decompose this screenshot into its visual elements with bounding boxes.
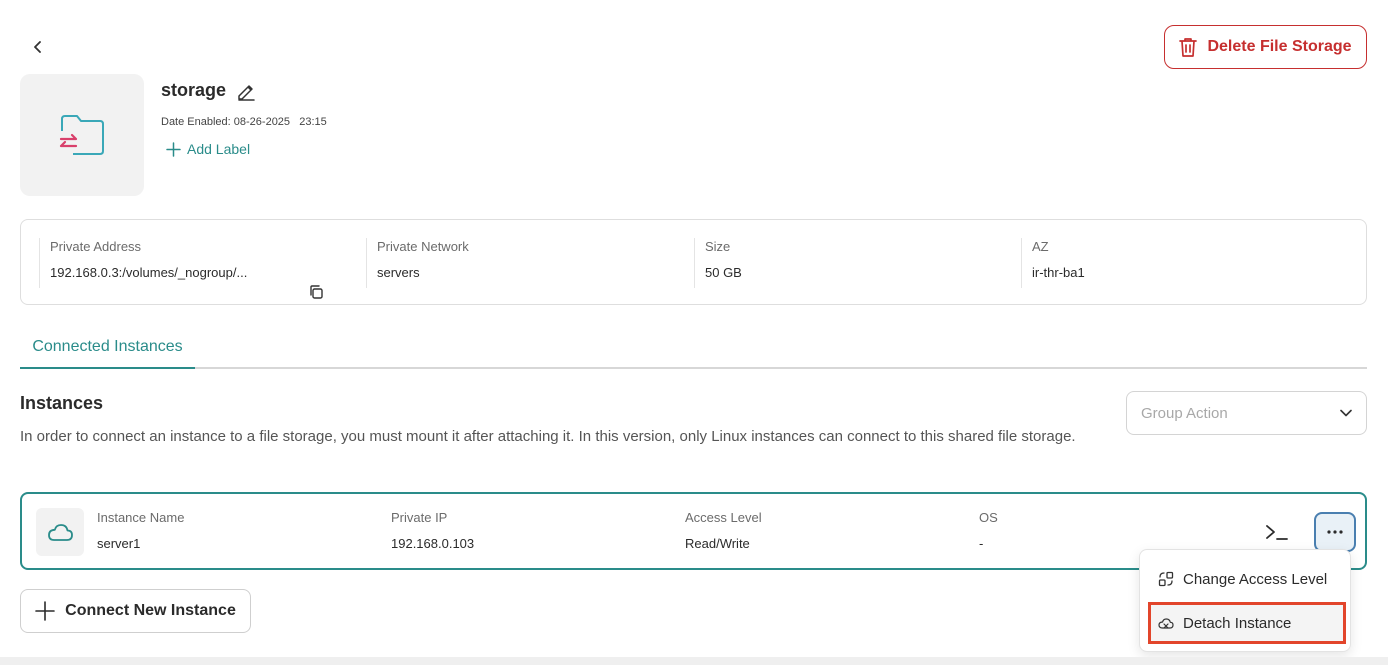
- private-address-field: Private Address 192.168.0.3:/volumes/_no…: [39, 238, 367, 299]
- private-network-label: Private Network: [377, 239, 469, 254]
- access-level-field: Access Level Read/Write: [685, 510, 762, 551]
- group-action-select[interactable]: Group Action: [1126, 391, 1367, 435]
- menu-item-detach-instance[interactable]: Detach Instance: [1148, 602, 1346, 644]
- size-label: Size: [705, 239, 731, 254]
- delete-button-label: Delete File Storage: [1207, 38, 1352, 55]
- private-network-field: Private Network servers: [366, 238, 694, 288]
- menu-item-label: Detach Instance: [1183, 614, 1292, 632]
- os-label: OS: [979, 510, 998, 525]
- tab-bar: Connected Instances: [20, 330, 1367, 369]
- instance-avatar: [36, 508, 84, 556]
- instance-name-value: server1: [97, 536, 141, 551]
- chevron-left-icon: [34, 41, 41, 53]
- instance-name-label: Instance Name: [97, 510, 185, 525]
- plus-icon: [166, 141, 181, 157]
- terminal-icon[interactable]: [1264, 522, 1290, 542]
- az-value: ir-thr-ba1: [1032, 265, 1085, 280]
- private-address-label: Private Address: [50, 239, 142, 254]
- group-action-placeholder: Group Action: [1141, 404, 1228, 422]
- add-label-button[interactable]: Add Label: [166, 141, 250, 157]
- delete-file-storage-button[interactable]: Delete File Storage: [1164, 25, 1367, 69]
- section-description: In order to connect an instance to a fil…: [20, 428, 1076, 445]
- instance-actions-menu: Change Access Level Detach Instance: [1139, 549, 1351, 652]
- access-level-label: Access Level: [685, 510, 762, 525]
- tab-connected-instances[interactable]: Connected Instances: [20, 330, 195, 369]
- os-value: -: [979, 536, 984, 551]
- more-actions-button[interactable]: [1314, 512, 1356, 552]
- trash-icon: [1179, 38, 1198, 57]
- detach-cloud-icon: [1158, 618, 1174, 629]
- size-field: Size 50 GB: [694, 238, 1022, 288]
- private-ip-label: Private IP: [391, 510, 448, 525]
- private-ip-field: Private IP 192.168.0.103: [391, 510, 474, 551]
- plus-icon: [35, 601, 55, 621]
- access-level-value: Read/Write: [685, 536, 750, 551]
- folder-transfer-icon: [59, 115, 104, 155]
- os-field: OS -: [979, 510, 998, 551]
- private-network-value: servers: [377, 265, 420, 280]
- add-label-text: Add Label: [187, 141, 251, 157]
- connect-button-label: Connect New Instance: [65, 602, 236, 619]
- private-address-value: 192.168.0.3:/volumes/_nogroup/...: [50, 265, 248, 280]
- section-title: Instances: [20, 393, 104, 413]
- chevron-down-icon: [1340, 409, 1352, 417]
- page-bottom-edge: [0, 657, 1388, 665]
- az-field: AZ ir-thr-ba1: [1021, 238, 1341, 288]
- pencil-icon[interactable]: [236, 81, 256, 101]
- ellipsis-icon: [1327, 530, 1343, 534]
- access-level-icon: [1158, 571, 1174, 587]
- back-button[interactable]: [28, 37, 48, 57]
- file-storage-detail-page: Delete File Storage storage Date Enabled…: [0, 0, 1388, 665]
- storage-info-card: Private Address 192.168.0.3:/volumes/_no…: [20, 219, 1367, 305]
- cloud-icon: [48, 524, 73, 541]
- storage-avatar: [20, 74, 144, 196]
- instance-name-field: Instance Name server1: [97, 510, 184, 551]
- menu-item-label: Change Access Level: [1183, 570, 1328, 588]
- private-ip-value: 192.168.0.103: [391, 536, 475, 551]
- copy-icon[interactable]: [308, 284, 324, 300]
- az-label: AZ: [1032, 239, 1049, 254]
- date-enabled: Date Enabled: 08-26-2025 23:15: [161, 116, 327, 128]
- size-value: 50 GB: [705, 265, 742, 280]
- connect-new-instance-button[interactable]: Connect New Instance: [20, 589, 251, 633]
- storage-name: storage: [161, 80, 227, 100]
- menu-item-change-access-level[interactable]: Change Access Level: [1148, 558, 1346, 600]
